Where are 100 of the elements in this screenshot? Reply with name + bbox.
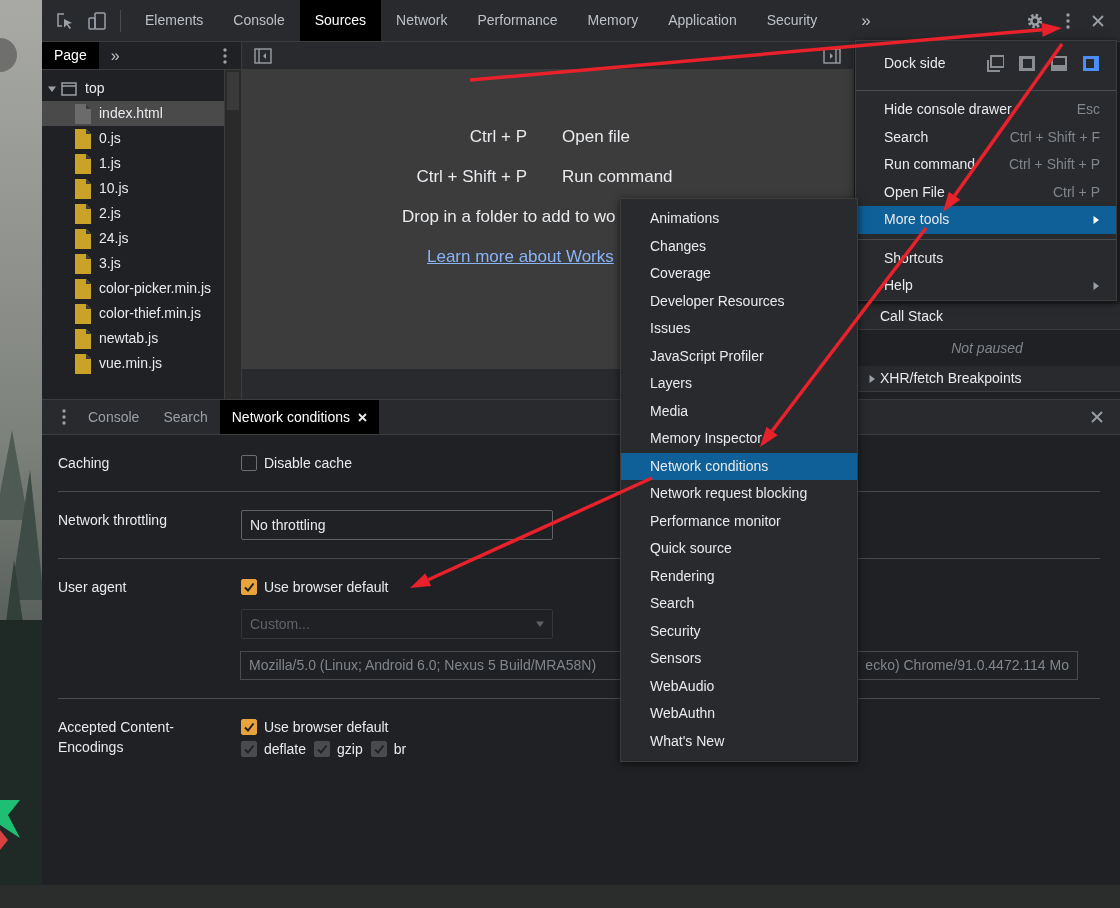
- checkbox[interactable]: [241, 719, 257, 735]
- status-message: Not paused: [951, 338, 1023, 358]
- shortcut-action: Open file: [562, 126, 632, 148]
- more-options-icon[interactable]: [1066, 12, 1070, 29]
- file-icon: [75, 328, 91, 349]
- tree-item[interactable]: 1.js: [42, 151, 224, 176]
- select-field[interactable]: No throttling: [241, 510, 553, 540]
- menu-item[interactable]: Hide console drawer Esc: [856, 96, 1116, 124]
- tree-item[interactable]: 10.js: [42, 176, 224, 201]
- menu-item[interactable]: Search Ctrl + Shift + F: [856, 123, 1116, 151]
- menu-item[interactable]: Rendering: [621, 562, 857, 590]
- setting-label: User agent: [58, 578, 128, 597]
- checkbox-label: gzip: [337, 740, 363, 759]
- drop-folder-hint: Drop in a folder to add to wo: [402, 206, 616, 228]
- toggle-debugger-icon[interactable]: [823, 47, 841, 64]
- submenu-arrow-icon: [1092, 215, 1100, 224]
- select-field: Custom...: [241, 609, 553, 639]
- menu-item[interactable]: Help: [856, 272, 1116, 300]
- file-icon: [75, 203, 91, 224]
- menu-item[interactable]: What's New: [621, 727, 857, 755]
- inspect-element-icon: [57, 12, 72, 29]
- tree-item[interactable]: 3.js: [42, 251, 224, 276]
- setting-label: Accepted Content-Encodings: [58, 718, 175, 757]
- menu-item[interactable]: Issues: [621, 315, 857, 343]
- tree-item[interactable]: 2.js: [42, 201, 224, 226]
- dock-right-icon[interactable]: [1082, 54, 1100, 72]
- dropdown-arrow-icon: [536, 620, 544, 628]
- menu-item[interactable]: Network conditions: [621, 452, 857, 480]
- drawer-tab[interactable]: Console: [76, 400, 152, 434]
- workspace-link[interactable]: Learn more about Works: [427, 243, 614, 269]
- file-icon: [75, 303, 91, 324]
- panel-tab[interactable]: Performance: [462, 0, 573, 41]
- file-icon: [75, 153, 91, 174]
- menu-item[interactable]: Network request blocking: [621, 480, 857, 508]
- file-icon: [75, 353, 91, 374]
- file-icon: [75, 128, 91, 149]
- menu-item[interactable]: Security: [621, 617, 857, 645]
- shortcut-action: Run command: [562, 165, 674, 188]
- menu-item[interactable]: WebAudio: [621, 672, 857, 700]
- tree-item[interactable]: color-thief.min.js: [42, 301, 224, 326]
- setting-label: Caching: [58, 454, 111, 473]
- frame-icon: [61, 81, 77, 96]
- shortcut-keys: Ctrl + Shift + P: [1008, 154, 1100, 176]
- menu-item[interactable]: JavaScript Profiler: [621, 342, 857, 370]
- tree-item[interactable]: top: [42, 76, 224, 101]
- menu-item[interactable]: Quick source: [621, 535, 857, 563]
- menu-item[interactable]: Developer Resources: [621, 287, 857, 315]
- menu-item[interactable]: Memory Inspector: [621, 425, 857, 453]
- inspect-element-icon[interactable]: [56, 11, 74, 30]
- more-options-icon[interactable]: [223, 47, 227, 64]
- tree-item[interactable]: newtab.js: [42, 326, 224, 351]
- settings-icon[interactable]: [1026, 11, 1044, 30]
- setting-label: Network throttling: [58, 511, 168, 530]
- tree-item[interactable]: index.html: [42, 101, 224, 126]
- tree-item[interactable]: vue.min.js: [42, 351, 224, 376]
- file-icon: [75, 178, 91, 199]
- tree-item[interactable]: color-picker.min.js: [42, 276, 224, 301]
- checkbox-label: Use browser default: [264, 718, 389, 737]
- submenu-arrow-icon: [1092, 281, 1100, 290]
- menu-item[interactable]: Search: [621, 590, 857, 618]
- menu-item[interactable]: Changes: [621, 232, 857, 260]
- menu-item[interactable]: Media: [621, 397, 857, 425]
- section-header[interactable]: Call Stack: [880, 306, 944, 327]
- checkbox[interactable]: [241, 455, 257, 471]
- tree-item[interactable]: 24.js: [42, 226, 224, 251]
- dock-left-icon[interactable]: [1018, 54, 1036, 72]
- shortcut-keys: Esc: [1076, 99, 1100, 121]
- menu-item[interactable]: Performance monitor: [621, 507, 857, 535]
- navigator-tab[interactable]: Page: [42, 42, 99, 69]
- panel-tab[interactable]: Security: [751, 0, 833, 41]
- tree-item[interactable]: 0.js: [42, 126, 224, 151]
- dock-undock-icon[interactable]: [986, 54, 1004, 72]
- drawer-tab[interactable]: Search: [151, 400, 220, 434]
- menu-item[interactable]: Coverage: [621, 260, 857, 288]
- file-icon: [75, 228, 91, 249]
- menu-item[interactable]: WebAuthn: [621, 700, 857, 728]
- panel-tab[interactable]: Console: [218, 0, 300, 41]
- file-icon: [75, 253, 91, 274]
- panel-tab[interactable]: Network: [381, 0, 463, 41]
- device-toolbar-icon[interactable]: [88, 11, 106, 30]
- menu-item[interactable]: Layers: [621, 370, 857, 398]
- dock-bottom-icon[interactable]: [1050, 54, 1068, 72]
- panel-tab[interactable]: Sources: [299, 0, 382, 41]
- menu-item[interactable]: Sensors: [621, 645, 857, 673]
- menu-item[interactable]: More tools: [856, 206, 1116, 234]
- menu-label: Dock side: [884, 53, 946, 73]
- more-options-icon[interactable]: [62, 409, 66, 425]
- panel-tab[interactable]: Elements: [130, 0, 219, 41]
- menu-item[interactable]: Run command Ctrl + Shift + P: [856, 151, 1116, 179]
- panel-tab[interactable]: Memory: [572, 0, 654, 41]
- menu-item[interactable]: Open File Ctrl + P: [856, 178, 1116, 206]
- more-tabs-button[interactable]: »: [98, 42, 132, 69]
- scrollbar[interactable]: [224, 70, 241, 399]
- drawer-tab[interactable]: Network conditions: [219, 400, 379, 434]
- checkbox-label: br: [393, 740, 407, 759]
- panel-tab[interactable]: Application: [653, 0, 752, 41]
- menu-item[interactable]: Animations: [621, 205, 857, 233]
- toggle-navigator-icon[interactable]: [254, 47, 272, 64]
- more-tabs-button[interactable]: »: [846, 0, 886, 41]
- checkbox[interactable]: [241, 579, 257, 595]
